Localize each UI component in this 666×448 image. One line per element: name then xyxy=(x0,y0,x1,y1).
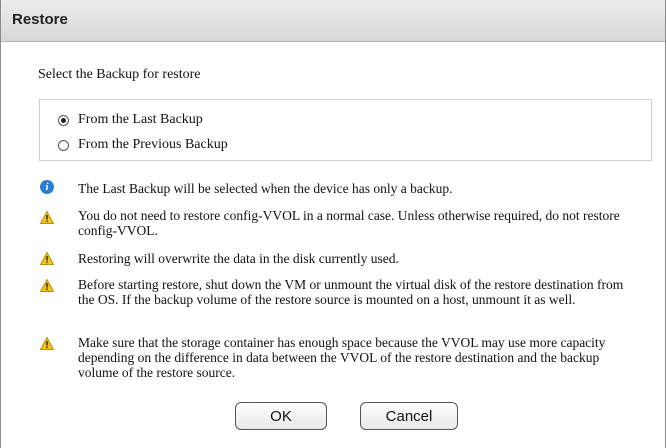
dialog-title: Restore xyxy=(12,11,68,28)
message-text: Restoring will overwrite the data in the… xyxy=(78,251,399,266)
ok-button[interactable]: OK xyxy=(235,402,327,430)
warning-icon xyxy=(39,336,55,351)
message-text: The Last Backup will be selected when th… xyxy=(78,181,453,196)
radio-last-backup-label: From the Last Backup xyxy=(78,112,203,127)
backup-radio-group: From the Last Backup From the Previous B… xyxy=(39,99,652,161)
radio-last-backup[interactable]: From the Last Backup xyxy=(58,112,203,128)
radio-previous-backup[interactable]: From the Previous Backup xyxy=(58,137,228,153)
message-text: Before starting restore, shut down the V… xyxy=(78,277,624,307)
message-text: You do not need to restore config-VVOL i… xyxy=(78,208,620,238)
info-icon: i xyxy=(40,180,54,194)
select-backup-prompt: Select the Backup for restore xyxy=(38,67,201,82)
message-text: Make sure that the storage container has… xyxy=(78,335,606,380)
radio-button-selected-icon[interactable] xyxy=(58,114,69,126)
radio-button-icon[interactable] xyxy=(58,139,69,151)
dialog-titlebar: Restore xyxy=(1,0,665,42)
cancel-button[interactable]: Cancel xyxy=(360,402,458,430)
restore-dialog: Restore Select the Backup for restore Fr… xyxy=(0,0,666,448)
warning-icon xyxy=(39,251,55,266)
radio-previous-backup-label: From the Previous Backup xyxy=(78,137,228,152)
warning-icon xyxy=(39,278,55,293)
warning-icon xyxy=(39,210,55,225)
